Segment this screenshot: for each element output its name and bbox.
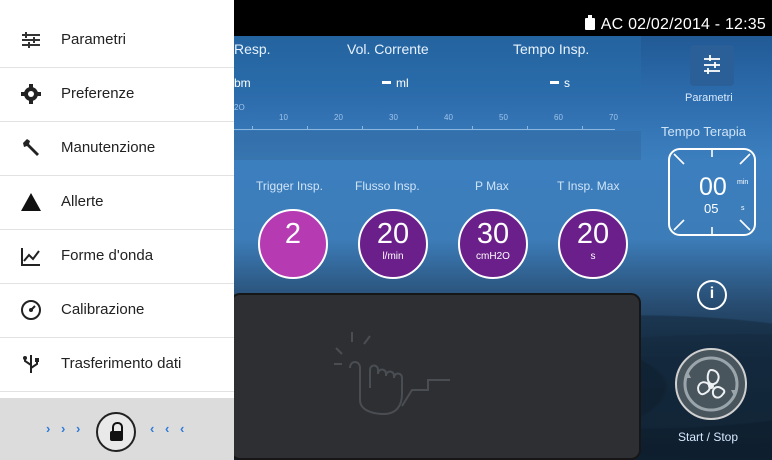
warning-icon bbox=[21, 193, 41, 211]
t-insp-max-button[interactable]: 20 s bbox=[558, 209, 628, 279]
timer-minutes-unit: min bbox=[737, 179, 749, 186]
value-tempo-insp: s bbox=[550, 76, 570, 90]
status-text: AC 02/02/2014 - 12:35 bbox=[584, 15, 766, 34]
chevron-right-icon: › bbox=[61, 421, 66, 436]
therapy-timer[interactable]: 00 min 05 s bbox=[668, 148, 756, 236]
pressure-scale: 2O 10 20 30 40 50 60 70 bbox=[234, 103, 641, 130]
tempo-terapia-label: Tempo Terapia bbox=[661, 124, 747, 139]
start-stop-label: Start / Stop bbox=[678, 430, 739, 444]
side-menu: Parametri Preferenze Manutenzione Allert… bbox=[0, 0, 234, 460]
menu-item-allerte[interactable]: Allerte bbox=[0, 176, 234, 230]
scale-minor-tick bbox=[527, 126, 528, 130]
scale-tick: 10 bbox=[279, 113, 288, 122]
fan-icon bbox=[683, 356, 739, 412]
setting-label-flusso: Flusso Insp. bbox=[355, 179, 420, 193]
value-vol-corrente: ml bbox=[382, 76, 409, 90]
scale-tick: 60 bbox=[554, 113, 563, 122]
menu-item-preferenze[interactable]: Preferenze bbox=[0, 68, 234, 122]
monitored-parameters-panel: Resp. Vol. Corrente Tempo Insp. bm ml s bbox=[234, 36, 641, 94]
menu-label-preferenze: Preferenze bbox=[61, 85, 135, 102]
timer-minutes: 00 bbox=[699, 173, 727, 201]
menu-label-parametri: Parametri bbox=[61, 31, 127, 48]
scale-tick: 50 bbox=[499, 113, 508, 122]
scale-unit-fragment: 2O bbox=[234, 103, 245, 112]
datetime-label: 02/02/2014 - 12:35 bbox=[628, 16, 766, 33]
menu-label-calibrazione: Calibrazione bbox=[61, 301, 145, 318]
unlock-slider[interactable]: › › › ‹ ‹ ‹ bbox=[0, 398, 234, 460]
vol-unit: ml bbox=[396, 76, 409, 90]
menu-label-allerte: Allerte bbox=[61, 193, 104, 210]
header-tempo-insp: Tempo Insp. bbox=[513, 41, 590, 57]
usb-icon bbox=[23, 355, 39, 373]
tap-hint-icon bbox=[334, 332, 450, 416]
scale-minor-tick bbox=[472, 126, 473, 130]
pmax-value: 30 bbox=[476, 218, 510, 250]
flusso-unit: l/min bbox=[382, 251, 404, 262]
scale-minor-tick bbox=[417, 126, 418, 130]
flusso-value: 20 bbox=[376, 218, 410, 250]
scale-tick: 30 bbox=[389, 113, 398, 122]
menu-item-calibrazione[interactable]: Calibrazione bbox=[0, 284, 234, 338]
scale-tick: 70 bbox=[609, 113, 618, 122]
tinspmax-value: 20 bbox=[576, 218, 610, 250]
trigger-value: 2 bbox=[284, 218, 302, 250]
chevron-right-icon: › bbox=[76, 421, 81, 436]
gear-icon bbox=[21, 84, 41, 104]
sliders-icon bbox=[704, 55, 720, 74]
scale-tick: 40 bbox=[444, 113, 453, 122]
pressure-bar-band bbox=[234, 131, 641, 160]
parametri-tile-button[interactable] bbox=[690, 45, 734, 86]
setting-label-trigger: Trigger Insp. bbox=[256, 179, 323, 193]
chevron-left-icon: ‹ bbox=[165, 421, 170, 436]
chart-icon bbox=[21, 248, 40, 266]
menu-item-trasferimento-dati[interactable]: Trasferimento dati bbox=[0, 338, 234, 392]
menu-item-forme-donda[interactable]: Forme d'onda bbox=[0, 230, 234, 284]
start-stop-button[interactable] bbox=[675, 348, 747, 420]
timer-seconds-unit: s bbox=[741, 205, 745, 212]
menu-item-parametri[interactable]: Parametri bbox=[0, 14, 234, 68]
p-max-button[interactable]: 30 cmH2O bbox=[458, 209, 528, 279]
scale-tick: 20 bbox=[334, 113, 343, 122]
chevron-right-icon: › bbox=[46, 421, 51, 436]
lock-icon[interactable] bbox=[96, 412, 136, 452]
parametri-tile-label: Parametri bbox=[685, 92, 733, 104]
chevron-left-icon: ‹ bbox=[150, 421, 155, 436]
status-bar: AC 02/02/2014 - 12:35 bbox=[234, 0, 772, 36]
ventilator-screen: AC 02/02/2014 - 12:35 Resp. Vol. Corrent… bbox=[0, 0, 772, 460]
battery-icon bbox=[584, 15, 595, 30]
scale-minor-tick bbox=[252, 126, 253, 130]
menu-label-manutenzione: Manutenzione bbox=[61, 139, 156, 156]
header-vol-corrente: Vol. Corrente bbox=[347, 41, 429, 57]
dash-icon bbox=[382, 81, 391, 84]
menu-label-trasferimento-dati: Trasferimento dati bbox=[61, 355, 182, 372]
setting-label-pmax: P Max bbox=[475, 179, 509, 193]
scale-minor-tick bbox=[362, 126, 363, 130]
mode-label: AC bbox=[600, 16, 624, 33]
header-resp: Resp. bbox=[234, 41, 271, 57]
menu-label-forme-donda: Forme d'onda bbox=[61, 247, 154, 264]
value-resp: bm bbox=[234, 76, 251, 90]
flusso-insp-button[interactable]: 20 l/min bbox=[358, 209, 428, 279]
gauge-icon bbox=[21, 300, 41, 320]
chevron-left-icon: ‹ bbox=[180, 421, 185, 436]
trigger-insp-button[interactable]: 2 bbox=[258, 209, 328, 279]
tinspmax-unit: s bbox=[590, 251, 596, 262]
lock-body bbox=[110, 431, 123, 441]
resp-unit: bm bbox=[234, 76, 251, 90]
waveform-touch-panel[interactable] bbox=[230, 293, 641, 460]
scale-minor-tick bbox=[582, 126, 583, 130]
scale-minor-tick bbox=[307, 126, 308, 130]
scale-line bbox=[234, 129, 615, 130]
timer-seconds: 05 bbox=[704, 201, 719, 216]
dash-icon bbox=[550, 81, 559, 84]
pmax-unit: cmH2O bbox=[476, 251, 510, 262]
wrench-icon bbox=[23, 139, 39, 156]
menu-item-manutenzione[interactable]: Manutenzione bbox=[0, 122, 234, 176]
info-icon[interactable]: i bbox=[697, 280, 727, 310]
setting-label-tinspmax: T Insp. Max bbox=[557, 179, 620, 193]
sliders-icon bbox=[22, 32, 40, 48]
tempo-unit: s bbox=[564, 76, 570, 90]
